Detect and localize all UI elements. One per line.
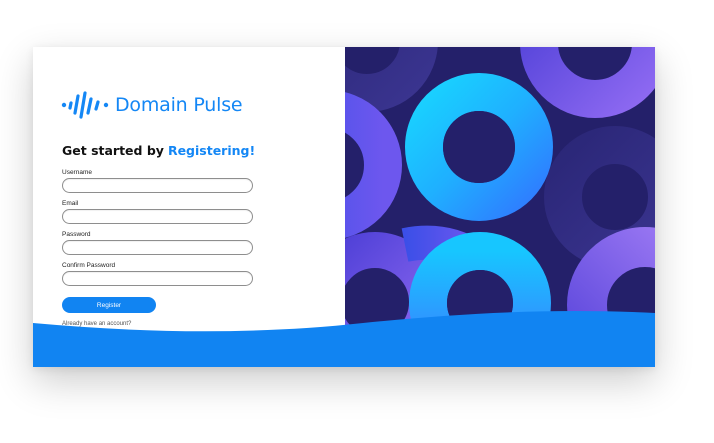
login-link[interactable]: Already have an account? — [62, 321, 131, 327]
page-heading: Get started by Registering! — [62, 143, 255, 158]
email-field[interactable] — [62, 209, 253, 224]
register-button[interactable]: Register — [62, 297, 156, 313]
brand-name: Domain Pulse — [115, 94, 243, 116]
username-label: Username — [62, 169, 92, 176]
email-label: Email — [62, 200, 79, 207]
username-field[interactable] — [62, 178, 253, 193]
password-label: Password — [62, 231, 91, 238]
page-background: Domain Pulse Get started by Registering! … — [0, 0, 714, 443]
password-field[interactable] — [62, 240, 253, 255]
pulse-waveform-icon — [61, 91, 109, 119]
abstract-rings-illustration — [345, 47, 655, 367]
register-form-panel: Domain Pulse Get started by Registering! … — [33, 47, 345, 367]
confirm-password-label: Confirm Password — [62, 262, 116, 269]
heading-accent: Registering! — [167, 143, 256, 158]
brand-logo[interactable]: Domain Pulse — [61, 91, 243, 119]
confirm-password-field[interactable] — [62, 271, 253, 286]
heading-prefix: Get started by — [62, 143, 164, 158]
register-card: Domain Pulse Get started by Registering! … — [33, 47, 655, 367]
decorative-artwork — [345, 47, 655, 367]
